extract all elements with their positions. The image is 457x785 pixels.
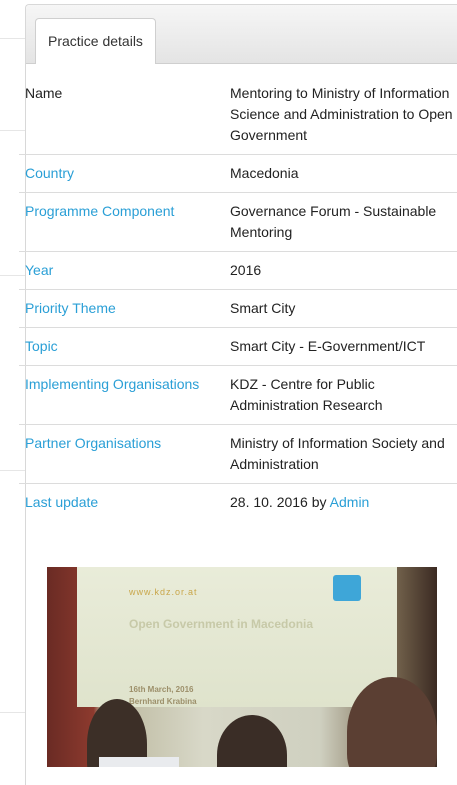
table-row: Partner Organisations Ministry of Inform… [19, 424, 457, 484]
table-row: Priority Theme Smart City [19, 289, 457, 328]
row-label-last-update[interactable]: Last update [19, 483, 224, 521]
person-silhouette [217, 715, 287, 767]
divider [0, 38, 25, 39]
row-value-partner-organisations: Ministry of Information Society and Admi… [224, 424, 457, 484]
row-value-programme-component: Governance Forum - Sustainable Mentoring [224, 192, 457, 252]
last-update-date: 28. 10. 2016 by [230, 494, 327, 510]
tab-bar: Practice details [26, 5, 457, 64]
row-value-implementing-organisations: KDZ - Centre for Public Administration R… [224, 365, 457, 425]
author-link[interactable]: Admin [330, 494, 370, 510]
row-label-year[interactable]: Year [19, 251, 224, 290]
row-value-country: Macedonia [224, 154, 457, 193]
row-label-name: Name [25, 85, 63, 101]
table-row: Last update 28. 10. 2016 by Admin [19, 483, 457, 521]
presentation-screen: www.kdz.or.at Open Government in Macedon… [77, 567, 397, 707]
slide-url: www.kdz.or.at [129, 587, 198, 597]
table-row: Name Mentoring to Ministry of Informatio… [19, 75, 457, 155]
slide-author: Bernhard Krabina [129, 697, 197, 706]
practice-photo: www.kdz.or.at Open Government in Macedon… [47, 567, 437, 767]
row-value-name: Mentoring to Ministry of Information Sci… [230, 85, 453, 143]
person-shirt [99, 757, 179, 767]
table-row: Topic Smart City - E-Government/ICT [19, 327, 457, 366]
slide-title: Open Government in Macedonia [129, 617, 314, 631]
table-row: Implementing Organisations KDZ - Centre … [19, 365, 457, 425]
kdz-logo-icon [333, 575, 361, 601]
row-value-topic: Smart City - E-Government/ICT [224, 327, 457, 366]
table-row: Country Macedonia [19, 154, 457, 193]
row-label-priority-theme[interactable]: Priority Theme [19, 289, 224, 328]
divider [0, 712, 25, 713]
row-value-year: 2016 [224, 251, 457, 290]
row-label-programme-component[interactable]: Programme Component [19, 192, 224, 252]
row-label-country[interactable]: Country [19, 154, 224, 193]
row-label-partner-organisations[interactable]: Partner Organisations [19, 424, 224, 484]
tab-practice-details[interactable]: Practice details [35, 18, 156, 64]
row-label-topic[interactable]: Topic [19, 327, 224, 366]
row-label-implementing-organisations[interactable]: Implementing Organisations [19, 365, 224, 425]
table-row: Programme Component Governance Forum - S… [19, 192, 457, 252]
table-row: Year 2016 [19, 251, 457, 290]
details-table: Name Mentoring to Ministry of Informatio… [19, 75, 457, 521]
row-value-last-update: 28. 10. 2016 by Admin [224, 483, 457, 521]
slide-date: 16th March, 2016 [129, 685, 194, 694]
row-value-priority-theme: Smart City [224, 289, 457, 328]
